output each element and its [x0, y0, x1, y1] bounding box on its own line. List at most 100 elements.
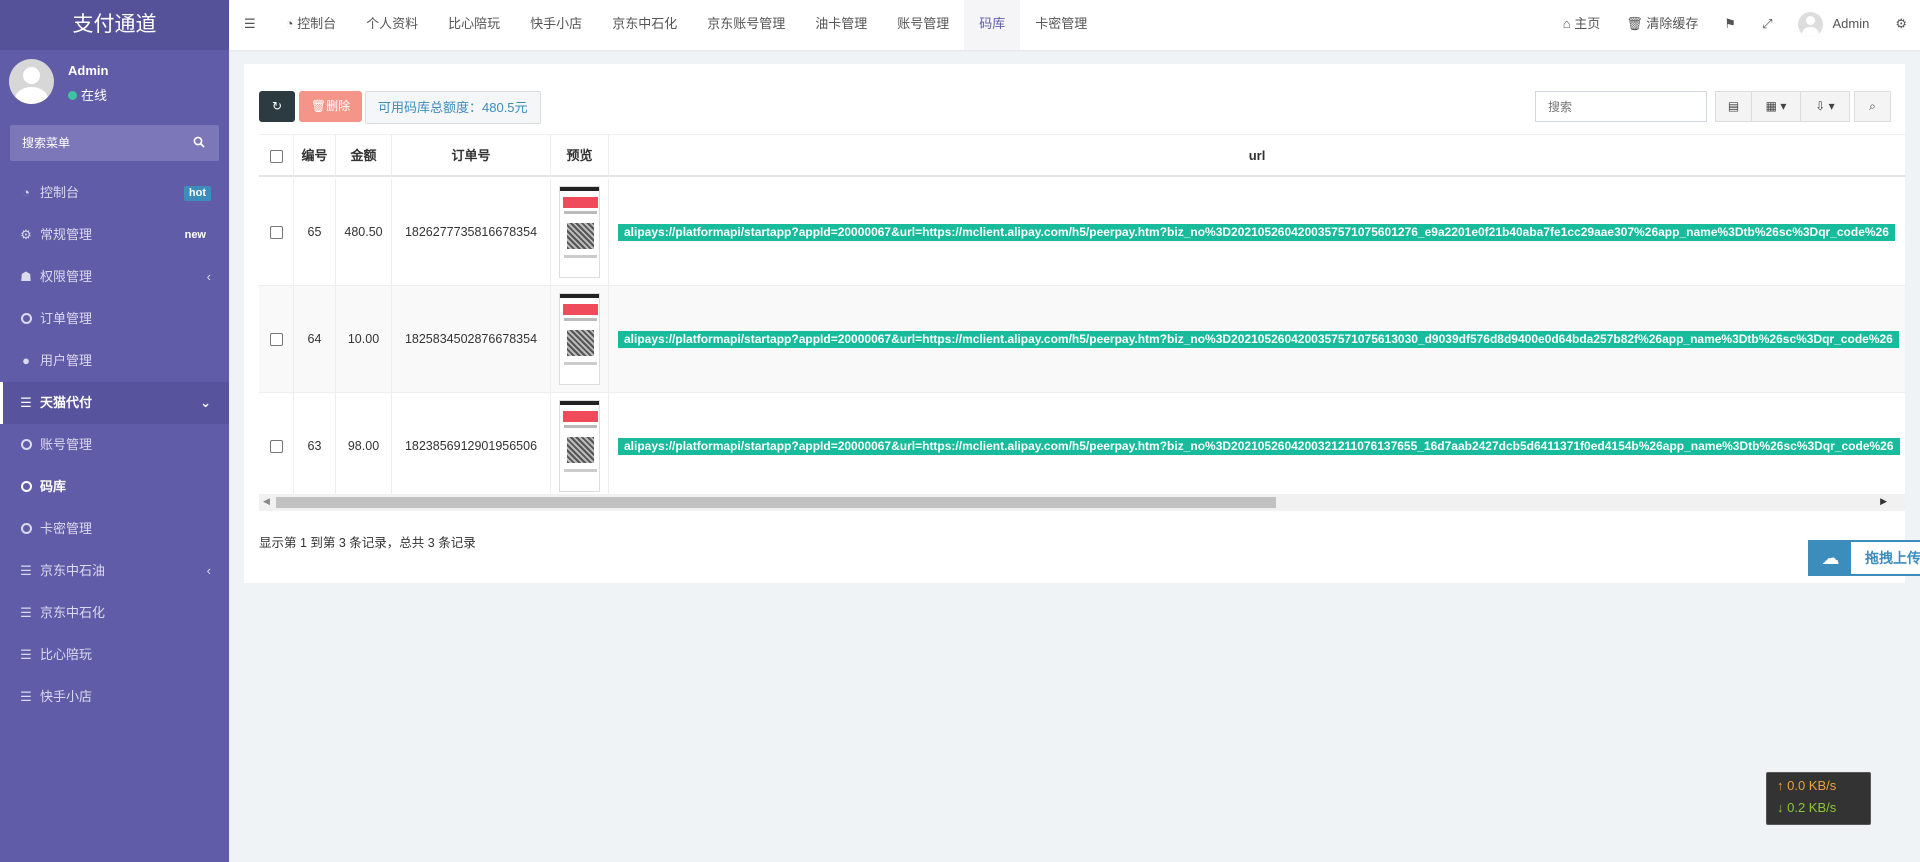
table-row[interactable]: 64 10.00 1825834502876678354 alipays://p… — [259, 286, 1905, 393]
user-panel: Admin 在线 — [0, 50, 229, 115]
top-navbar: ☰ ◔ 控制台 个人资料 比心陪玩 快手小店 京东中石化 京东账号管理 油卡管理… — [229, 0, 1920, 50]
table-row[interactable]: 65 480.50 1826277735816678354 alipays://… — [259, 179, 1905, 286]
home-link[interactable]: ⌂ 主页 — [1550, 0, 1613, 50]
clear-cache-button[interactable]: 🗑 清除缓存 — [1613, 0, 1711, 50]
home-label: 主页 — [1574, 16, 1601, 31]
sidebar-item-label: 订单管理 — [40, 311, 93, 326]
tab-kuaishou[interactable]: 快手小店 — [515, 0, 597, 50]
upload-speed: 0.0 KB/s — [1787, 778, 1837, 793]
cell-amount: 10.00 — [336, 286, 392, 393]
row-checkbox[interactable] — [269, 226, 283, 240]
sidebar-item-label: 权限管理 — [40, 269, 93, 284]
delete-button[interactable]: 🗑删除 — [299, 91, 362, 122]
tab-jd-sinopec[interactable]: 京东中石化 — [597, 0, 692, 50]
columns-button[interactable]: ▦ ▾ — [1751, 91, 1801, 122]
cloud-upload-icon: ☁ — [1810, 542, 1851, 574]
menu-search-input[interactable] — [10, 125, 180, 161]
list-icon: ☰ — [20, 605, 32, 620]
column-header[interactable]: 预览 — [551, 135, 609, 177]
sidebar-item-label: 比心陪玩 — [40, 647, 93, 662]
sidebar-item-tmall[interactable]: ☰ 天猫代付 ⌄ — [0, 382, 229, 424]
sidebar-item-label: 卡密管理 — [40, 521, 93, 536]
tab-profile[interactable]: 个人资料 — [351, 0, 433, 50]
toggle-view-button[interactable]: ▤ — [1715, 91, 1752, 122]
column-header[interactable]: 金额 — [336, 135, 392, 177]
sidebar-item-bixin[interactable]: ☰ 比心陪玩 — [0, 634, 229, 676]
home-icon: ⌂ — [1562, 16, 1575, 31]
qr-preview-image[interactable] — [559, 186, 600, 278]
grid-icon: ▦ ▾ — [1765, 99, 1787, 113]
avatar — [9, 59, 54, 104]
drag-upload-widget[interactable]: ☁ 拖拽上传 — [1808, 540, 1920, 576]
sidebar-item-auth[interactable]: ☗ 权限管理 ‹ — [0, 256, 229, 298]
chevron-down-icon: ⌄ — [200, 395, 211, 410]
horizontal-scrollbar[interactable]: ◀ ▶ — [259, 494, 1905, 511]
tab-oilcard[interactable]: 油卡管理 — [800, 0, 882, 50]
scroll-left-icon[interactable]: ◀ — [263, 496, 270, 507]
sidebar-item-orders[interactable]: 订单管理 — [0, 298, 229, 340]
row-checkbox[interactable] — [269, 333, 283, 347]
tab-codebase[interactable]: 码库 — [964, 0, 1021, 50]
refresh-button[interactable]: ↻ — [259, 91, 295, 122]
tab-dashboard[interactable]: ◔ 控制台 — [271, 0, 351, 50]
scrollbar-thumb[interactable] — [276, 497, 1276, 508]
advanced-search-button[interactable]: ⌕ — [1854, 91, 1891, 122]
list-icon: ☰ — [20, 563, 32, 578]
circle-icon — [20, 313, 32, 324]
qr-preview-image[interactable] — [559, 293, 600, 385]
qr-preview-image[interactable] — [559, 400, 600, 492]
tab-jd-accounts[interactable]: 京东账号管理 — [692, 0, 800, 50]
quota-label: 可用码库总额度：480.5元 — [365, 91, 541, 124]
table-search-input[interactable] — [1535, 91, 1707, 122]
language-icon: ⚑ — [1724, 16, 1737, 31]
cell-order-no: 1826277735816678354 — [392, 179, 551, 286]
hot-badge: hot — [183, 186, 211, 201]
sidebar-item-cards[interactable]: 卡密管理 — [0, 508, 229, 550]
sidebar-item-dashboard[interactable]: ◔ 控制台 hot — [0, 172, 229, 214]
scroll-right-icon[interactable]: ▶ — [1880, 496, 1887, 507]
avatar — [1798, 12, 1824, 38]
export-button[interactable]: ⇩ ▾ — [1800, 91, 1850, 122]
search-icon[interactable] — [193, 136, 205, 151]
sidebar-toggle-button[interactable]: ☰ — [229, 0, 271, 50]
tab-bixin[interactable]: 比心陪玩 — [433, 0, 515, 50]
settings-button[interactable]: ⚙ — [1882, 0, 1920, 50]
app-logo[interactable]: 支付通道 — [0, 0, 229, 50]
arrow-down-icon: ↓ — [1777, 800, 1788, 815]
sidebar-item-label: 天猫代付 — [40, 395, 93, 410]
user-menu-label: Admin — [1832, 16, 1870, 31]
cell-id: 65 — [294, 179, 336, 286]
cell-amount: 480.50 — [336, 179, 392, 286]
list-icon: ☰ — [20, 395, 32, 410]
tab-accounts[interactable]: 账号管理 — [882, 0, 964, 50]
top-right-actions: ⌂ 主页 🗑 清除缓存 ⚑ ⤢ Admin ⚙ — [1550, 0, 1920, 50]
sidebar-item-jd-sinopec[interactable]: ☰ 京东中石化 — [0, 592, 229, 634]
sidebar-item-accounts[interactable]: 账号管理 — [0, 424, 229, 466]
row-checkbox[interactable] — [269, 440, 283, 454]
column-header[interactable]: 订单号 — [392, 135, 551, 177]
column-header[interactable]: 编号 — [294, 135, 336, 177]
fullscreen-button[interactable]: ⤢ — [1749, 0, 1785, 50]
refresh-icon: ↻ — [271, 99, 283, 113]
sidebar-item-jd-sinopec-oil[interactable]: ☰ 京东中石油 ‹ — [0, 550, 229, 592]
select-all-checkbox[interactable] — [269, 150, 283, 164]
language-button[interactable]: ⚑ — [1711, 0, 1749, 50]
user-menu[interactable]: Admin — [1785, 0, 1882, 50]
sidebar-menu: ◔ 控制台 hot ⚙ 常规管理 new ☗ 权限管理 ‹ 订单管理 ● 用户管理 ☰ 天猫代付… — [0, 172, 229, 718]
cell-order-no: 1825834502876678354 — [392, 286, 551, 393]
online-dot-icon — [68, 91, 77, 100]
network-speed-widget: ↑ 0.0 KB/s ↓ 0.2 KB/s — [1766, 772, 1871, 825]
sidebar-item-codebase[interactable]: 码库 — [0, 466, 229, 508]
table-row[interactable]: 63 98.00 1823856912901956506 alipays://p… — [259, 393, 1905, 500]
user-status: 在线 — [68, 85, 107, 104]
download-speed: 0.2 KB/s — [1787, 800, 1837, 815]
sidebar-item-general[interactable]: ⚙ 常规管理 new — [0, 214, 229, 256]
chevron-left-icon: ‹ — [206, 563, 211, 578]
tab-cards[interactable]: 卡密管理 — [1020, 0, 1102, 50]
sidebar-item-users[interactable]: ● 用户管理 — [0, 340, 229, 382]
circle-icon — [20, 481, 32, 492]
sidebar-item-label: 快手小店 — [40, 689, 93, 704]
sidebar-item-kuaishou[interactable]: ☰ 快手小店 — [0, 676, 229, 718]
dashboard-icon: ◔ — [285, 16, 298, 31]
column-header[interactable]: url — [609, 135, 1905, 177]
